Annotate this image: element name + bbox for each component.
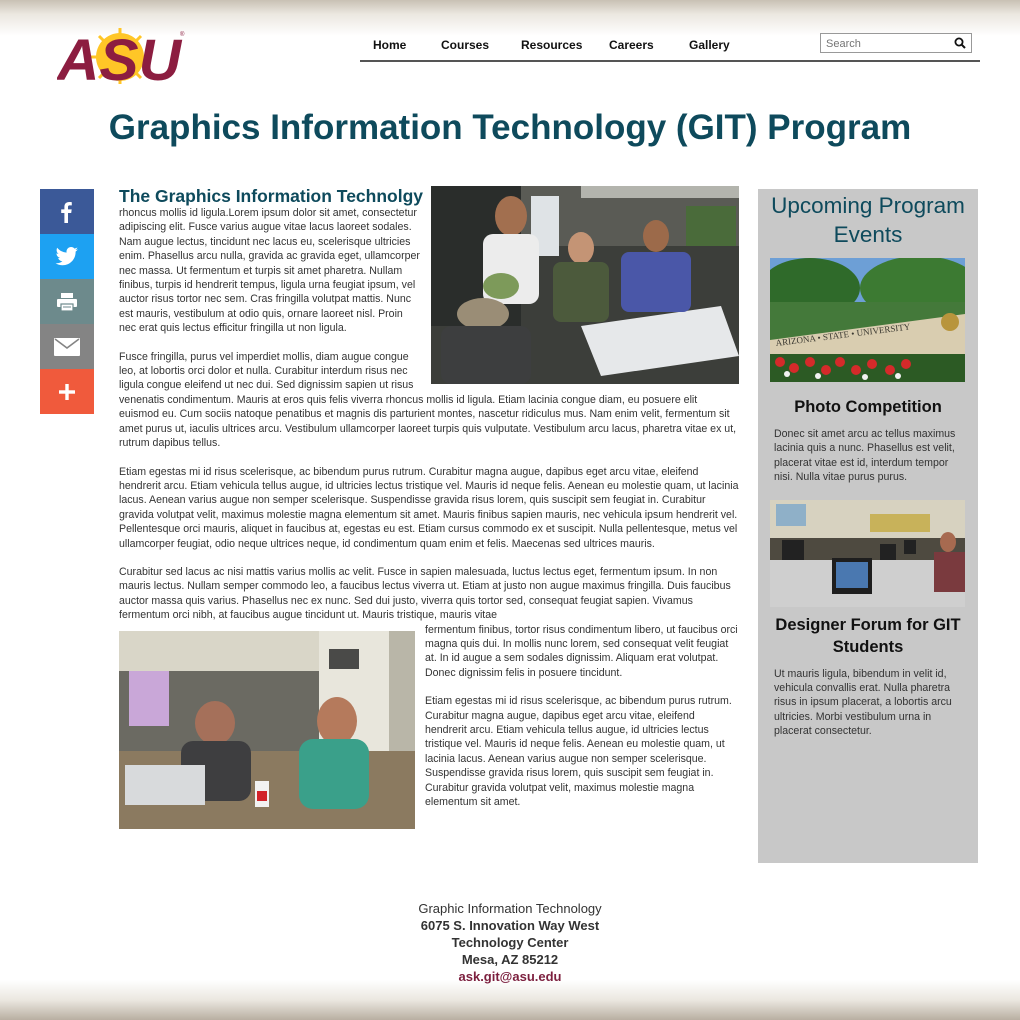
nav-gallery[interactable]: Gallery <box>689 38 730 52</box>
event-title-designer-forum[interactable]: Designer Forum for GIT Students <box>758 614 978 658</box>
footer-address-street: 6075 S. Innovation Way West <box>420 918 600 933</box>
paragraph-4: Curabitur sed lacus ac nisi mattis variu… <box>119 565 731 622</box>
share-bar <box>40 189 94 414</box>
nav-careers[interactable]: Careers <box>609 38 654 52</box>
print-share-button[interactable] <box>40 279 94 324</box>
students-working-photo <box>431 186 739 384</box>
asu-logo[interactable]: ASU ® <box>55 28 185 93</box>
event-desc-photo-competition: Donec sit amet arcu ac tellus maximus la… <box>774 428 956 484</box>
search-icon[interactable] <box>953 35 967 51</box>
search-box <box>820 33 972 53</box>
print-icon <box>57 292 77 312</box>
footer-address-city: Mesa, AZ 85212 <box>461 952 559 967</box>
email-share-button[interactable] <box>40 324 94 369</box>
email-icon <box>54 337 80 356</box>
footer-org-name: Graphic Information Technology <box>418 901 602 916</box>
students-lounge-photo <box>119 630 415 829</box>
search-input[interactable] <box>821 35 949 53</box>
asu-logo-text: ASU <box>57 28 183 84</box>
nav-home[interactable]: Home <box>373 38 406 52</box>
footer-email-link[interactable]: ask.git@asu.edu <box>0 968 1020 985</box>
main-content: The Graphics Information Technolgy rhonc… <box>119 186 739 866</box>
event-title-photo-competition[interactable]: Photo Competition <box>758 396 978 418</box>
computer-lab-photo <box>770 499 965 607</box>
svg-text:®: ® <box>180 31 185 38</box>
events-sidebar: Upcoming Program Events ARIZONA • STATE … <box>758 189 978 863</box>
asu-sign-photo: ARIZONA • STATE • UNIVERSITY <box>770 258 965 382</box>
more-share-button[interactable] <box>40 369 94 414</box>
page-title: Graphics Information Technology (GIT) Pr… <box>108 108 912 147</box>
paragraph-3: Etiam egestas mi id risus scelerisque, a… <box>119 465 739 550</box>
footer: Graphic Information Technology 6075 S. I… <box>0 900 1020 985</box>
nav-resources[interactable]: Resources <box>521 38 582 52</box>
nav-courses[interactable]: Courses <box>441 38 489 52</box>
event-desc-designer-forum: Ut mauris ligula, bibendum in velit id, … <box>774 667 952 738</box>
more-icon <box>59 383 75 400</box>
twitter-share-button[interactable] <box>40 234 94 279</box>
twitter-icon <box>55 246 78 265</box>
facebook-share-button[interactable] <box>40 189 94 234</box>
events-heading: Upcoming Program Events <box>771 193 965 247</box>
facebook-icon <box>61 201 72 223</box>
footer-address-building: Technology Center <box>451 935 569 950</box>
